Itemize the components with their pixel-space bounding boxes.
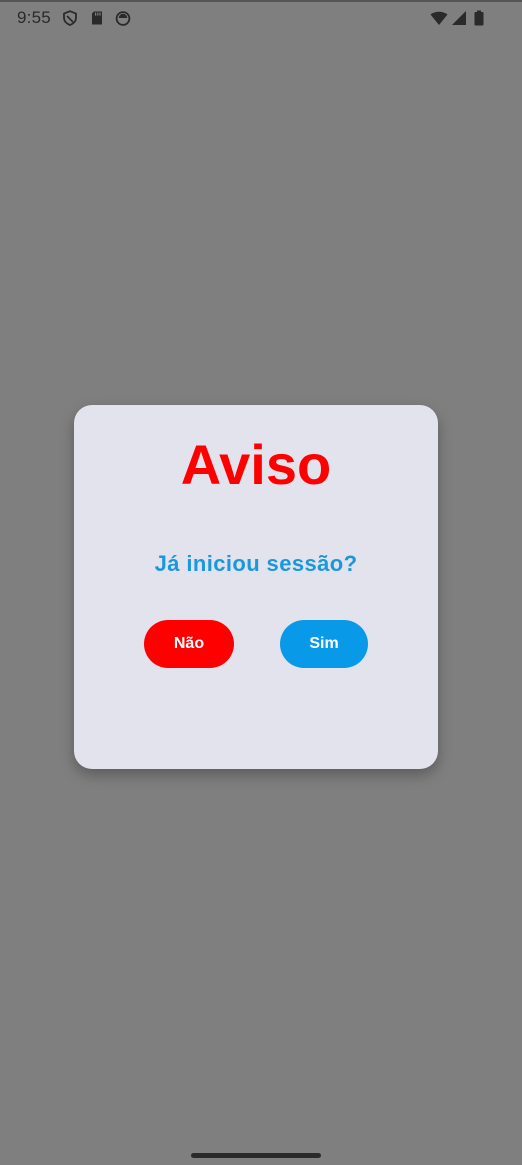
- dialog-title: Aviso: [180, 433, 332, 496]
- navigation-handle[interactable]: [191, 1153, 321, 1158]
- battery-icon: [473, 10, 485, 26]
- sd-card-icon: [89, 10, 105, 26]
- app-notification-icon: [115, 10, 131, 26]
- screen: 9:55 Aviso Já iniciou sessão? Não Sim: [0, 0, 522, 1165]
- dialog-message: Já iniciou sessão?: [154, 551, 358, 576]
- signal-icon: [451, 10, 467, 26]
- no-button[interactable]: Não: [144, 620, 234, 668]
- alert-dialog: Aviso Já iniciou sessão? Não Sim: [74, 405, 438, 769]
- yes-button[interactable]: Sim: [280, 620, 368, 668]
- status-time: 9:55: [17, 8, 51, 27]
- shield-icon: [62, 10, 78, 26]
- wifi-icon: [430, 10, 448, 26]
- status-bar: 9:55: [0, 2, 522, 36]
